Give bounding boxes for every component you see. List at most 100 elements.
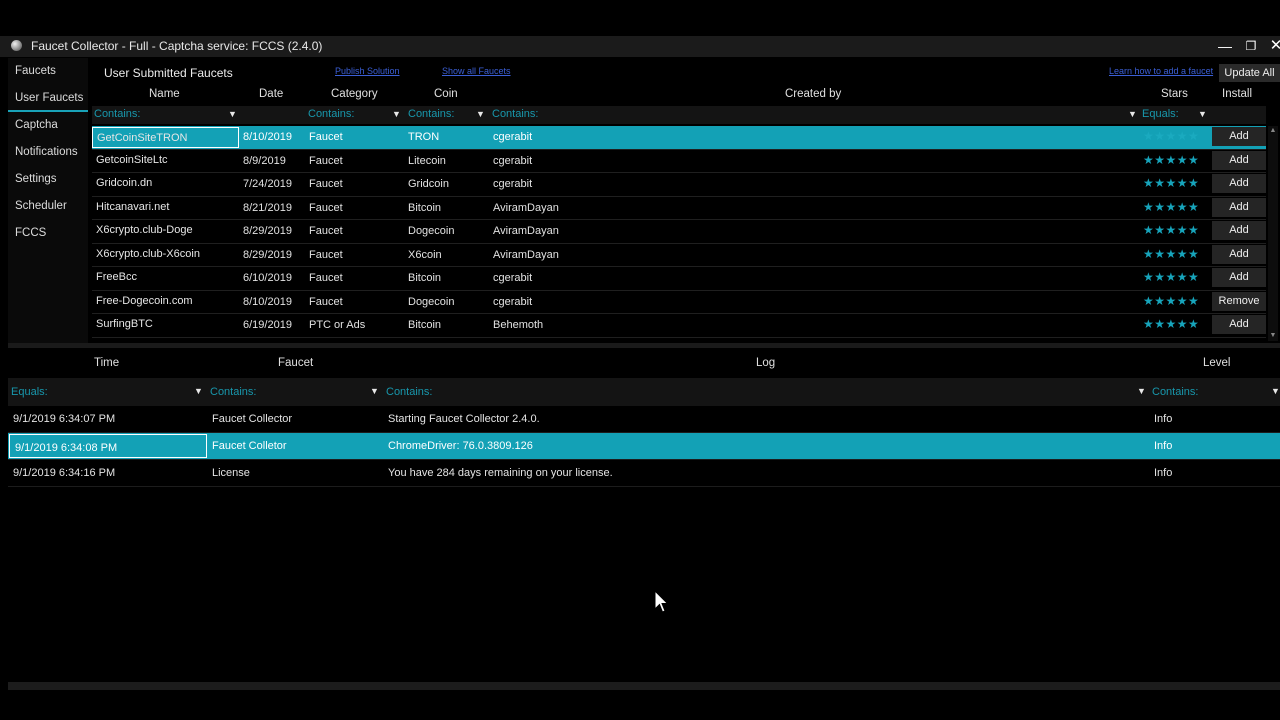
column-header-coin[interactable]: Coin: [434, 88, 458, 100]
faucet-created-by: Behemoth: [493, 319, 544, 331]
time-filter-input[interactable]: Equals:: [11, 386, 48, 398]
learn-add-faucet-link[interactable]: Learn how to add a faucet: [1109, 66, 1213, 76]
faucet-filter-input[interactable]: Contains:: [210, 386, 256, 398]
name-cell[interactable]: Free-Dogecoin.com: [92, 291, 239, 311]
app-logo-icon: [11, 40, 22, 51]
log-row[interactable]: 9/1/2019 6:34:16 PM License You have 284…: [8, 460, 1280, 487]
name-filter-funnel-icon[interactable]: ▼: [228, 109, 237, 119]
faucet-grid-scrollbar[interactable]: ▲ ▼: [1268, 126, 1278, 341]
name-cell[interactable]: X6crypto.club-X6coin: [92, 244, 239, 264]
log-horizontal-scrollbar[interactable]: [8, 682, 1280, 690]
log-level: Info: [1154, 440, 1173, 452]
name-cell[interactable]: Gridcoin.dn: [92, 173, 239, 193]
column-header-time[interactable]: Time: [94, 357, 119, 369]
time-cell[interactable]: 9/1/2019 6:34:07 PM: [8, 406, 207, 431]
sidebar-item-fccs[interactable]: FCCS: [8, 220, 88, 247]
faucet-coin: Dogecoin: [408, 225, 455, 237]
star-rating-icon[interactable]: ★★★★★: [1143, 129, 1199, 143]
table-row[interactable]: SurfingBTC 6/19/2019 PTC or Ads Bitcoin …: [92, 314, 1266, 338]
stars-filter-input[interactable]: Equals:: [1142, 108, 1179, 120]
show-all-faucets-link[interactable]: Show all Faucets: [442, 66, 511, 76]
column-header-log[interactable]: Log: [756, 357, 775, 369]
time-cell[interactable]: 9/1/2019 6:34:16 PM: [8, 460, 207, 485]
column-header-category[interactable]: Category: [331, 88, 378, 100]
table-row[interactable]: Hitcanavari.net 8/21/2019 Faucet Bitcoin…: [92, 196, 1266, 220]
install-button[interactable]: Add: [1212, 244, 1266, 264]
faucet-filter-funnel-icon[interactable]: ▼: [370, 386, 379, 396]
install-button[interactable]: Add: [1212, 150, 1266, 170]
coin-filter-funnel-icon[interactable]: ▼: [476, 109, 485, 119]
name-cell[interactable]: FreeBcc: [92, 267, 239, 287]
faucet-category: Faucet: [309, 295, 343, 308]
sidebar-item-notifications[interactable]: Notifications: [8, 139, 88, 166]
table-row[interactable]: FreeBcc 6/10/2019 Faucet Bitcoin cgerabi…: [92, 267, 1266, 291]
log-row[interactable]: 9/1/2019 6:34:08 PM Faucet Colletor Chro…: [8, 433, 1280, 460]
category-filter-input[interactable]: Contains:: [308, 108, 354, 120]
update-all-button[interactable]: Update All: [1219, 64, 1280, 82]
scroll-up-icon[interactable]: ▲: [1268, 126, 1278, 136]
maximize-button[interactable]: ❐: [1239, 36, 1263, 57]
log-row[interactable]: 9/1/2019 6:34:07 PM Faucet Collector Sta…: [8, 406, 1280, 433]
column-header-install[interactable]: Install: [1222, 88, 1252, 100]
faucet-name: Hitcanavari.net: [96, 200, 170, 213]
install-button[interactable]: Add: [1212, 197, 1266, 217]
table-row[interactable]: X6crypto.club-Doge 8/29/2019 Faucet Doge…: [92, 220, 1266, 244]
sidebar-item-settings[interactable]: Settings: [8, 166, 88, 193]
created-by-filter-input[interactable]: Contains:: [492, 108, 538, 120]
created-by-filter-funnel-icon[interactable]: ▼: [1128, 109, 1137, 119]
column-header-stars[interactable]: Stars: [1161, 88, 1188, 100]
title-bar[interactable]: Faucet Collector - Full - Captcha servic…: [0, 36, 1280, 57]
name-filter-input[interactable]: Contains:: [94, 108, 140, 120]
table-row[interactable]: GetCoinSiteTRON 8/10/2019 Faucet TRON cg…: [92, 126, 1266, 150]
star-rating-icon[interactable]: ★★★★★: [1143, 200, 1199, 214]
column-header-level[interactable]: Level: [1203, 357, 1231, 369]
star-rating-icon[interactable]: ★★★★★: [1143, 247, 1199, 261]
panel-splitter[interactable]: [8, 343, 1280, 348]
sidebar-item-faucets[interactable]: Faucets: [8, 58, 88, 85]
name-cell[interactable]: GetCoinSiteTRON: [92, 127, 239, 148]
table-row[interactable]: Gridcoin.dn 7/24/2019 Faucet Gridcoin cg…: [92, 173, 1266, 197]
coin-filter-input[interactable]: Contains:: [408, 108, 454, 120]
sidebar-item-scheduler[interactable]: Scheduler: [8, 193, 88, 220]
star-rating-icon[interactable]: ★★★★★: [1143, 317, 1199, 331]
log-filter-funnel-icon[interactable]: ▼: [1137, 386, 1146, 396]
install-button[interactable]: Add: [1212, 174, 1266, 193]
sidebar-item-captcha[interactable]: Captcha: [8, 112, 88, 139]
column-header-faucet[interactable]: Faucet: [278, 357, 313, 369]
column-header-created-by[interactable]: Created by: [785, 88, 841, 100]
scroll-down-icon[interactable]: ▼: [1268, 331, 1278, 341]
column-header-name[interactable]: Name: [149, 88, 180, 100]
star-rating-icon[interactable]: ★★★★★: [1143, 176, 1199, 190]
name-cell[interactable]: SurfingBTC: [92, 314, 239, 334]
install-button[interactable]: Add: [1212, 268, 1266, 287]
minimize-button[interactable]: —: [1213, 36, 1237, 57]
sidebar-item-user-faucets[interactable]: User Faucets: [8, 85, 88, 112]
faucet-grid-header: Name Date Category Coin Created by Stars…: [92, 85, 1280, 105]
install-button[interactable]: Add: [1212, 221, 1266, 240]
name-cell[interactable]: X6crypto.club-Doge: [92, 220, 239, 240]
name-cell[interactable]: GetcoinSiteLtc: [92, 150, 239, 170]
column-header-date[interactable]: Date: [259, 88, 283, 100]
table-row[interactable]: GetcoinSiteLtc 8/9/2019 Faucet Litecoin …: [92, 149, 1266, 173]
stars-filter-funnel-icon[interactable]: ▼: [1198, 109, 1207, 119]
faucet-coin: Bitcoin: [408, 201, 442, 214]
remove-button[interactable]: Remove: [1212, 291, 1266, 311]
star-rating-icon[interactable]: ★★★★★: [1143, 223, 1199, 237]
close-button[interactable]: ✕: [1264, 36, 1280, 57]
level-filter-funnel-icon[interactable]: ▼: [1271, 386, 1280, 396]
install-button[interactable]: Add: [1212, 315, 1266, 334]
category-filter-funnel-icon[interactable]: ▼: [392, 109, 401, 119]
publish-solution-link[interactable]: Publish Solution: [335, 66, 400, 76]
log-filter-input[interactable]: Contains:: [386, 386, 432, 398]
star-rating-icon[interactable]: ★★★★★: [1143, 294, 1199, 308]
time-cell[interactable]: 9/1/2019 6:34:08 PM: [9, 434, 207, 458]
name-cell[interactable]: Hitcanavari.net: [92, 197, 239, 217]
table-row[interactable]: Free-Dogecoin.com 8/10/2019 Faucet Dogec…: [92, 290, 1266, 314]
faucet-created-by: AviramDayan: [493, 225, 559, 237]
install-button[interactable]: Add: [1212, 127, 1266, 146]
star-rating-icon[interactable]: ★★★★★: [1143, 270, 1199, 284]
level-filter-input[interactable]: Contains:: [1152, 386, 1198, 398]
time-filter-funnel-icon[interactable]: ▼: [194, 386, 203, 396]
star-rating-icon[interactable]: ★★★★★: [1143, 153, 1199, 167]
table-row[interactable]: X6crypto.club-X6coin 8/29/2019 Faucet X6…: [92, 243, 1266, 267]
